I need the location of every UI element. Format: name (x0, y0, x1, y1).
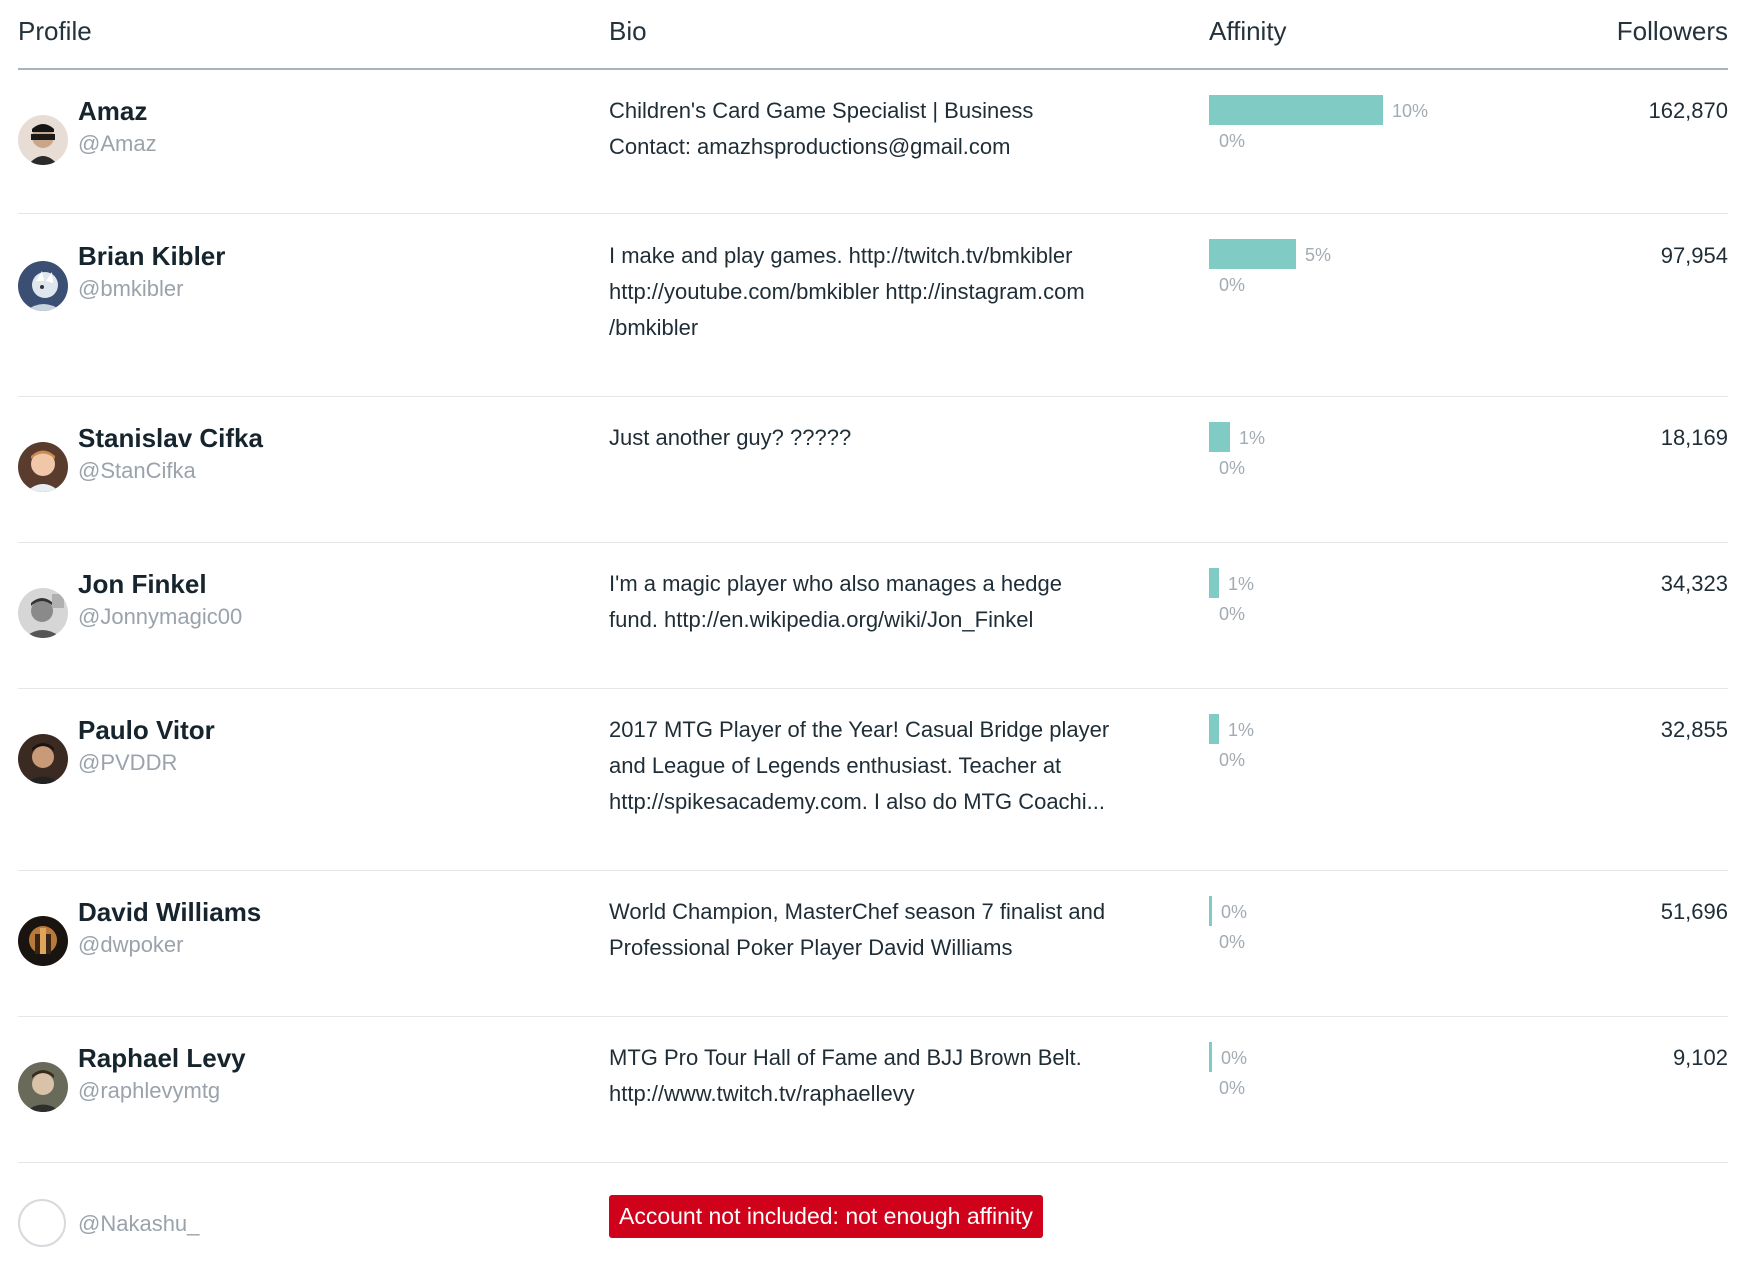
affinity-bar (1209, 896, 1212, 926)
avatar-icon[interactable] (18, 588, 68, 638)
bio-line: and League of Legends enthusiast. Teache… (609, 753, 1062, 778)
followers-count: 34,323 (1660, 571, 1728, 596)
affinity-bar-chart: 5% 0% (1209, 239, 1569, 319)
affinity-baseline-label: 0% (1219, 932, 1246, 952)
affinity-baseline-label: 0% (1219, 131, 1246, 151)
bio-line: I'm a magic player who also manages a he… (609, 571, 1063, 596)
affinity-baseline-label: 0% (1219, 275, 1246, 295)
affinity-bar (1209, 95, 1383, 125)
affinity-value-label: 0% (1221, 1048, 1248, 1068)
profile-name[interactable]: Stanislav Cifka (78, 423, 263, 454)
profile-name[interactable]: Brian Kibler (78, 241, 225, 272)
avatar-icon[interactable] (18, 734, 68, 784)
excluded-row: @Nakashu_ Account not included: not enou… (18, 1163, 1728, 1276)
table-row: Brian Kibler @bmkibler I make and play g… (18, 214, 1728, 397)
followers-count: 51,696 (1660, 899, 1728, 924)
bio-line: MTG Pro Tour Hall of Fame and BJJ Brown … (609, 1045, 1082, 1070)
profile-bio: MTG Pro Tour Hall of Fame and BJJ Brown … (609, 1040, 1169, 1112)
affinity-bar (1209, 422, 1230, 452)
header-affinity[interactable]: Affinity (1209, 16, 1287, 47)
profile-name[interactable]: Raphael Levy (78, 1043, 246, 1074)
bio-line: http://spikesacademy.com. I also do MTG … (609, 789, 1106, 814)
bio-line: /bmkibler (609, 315, 699, 340)
profile-name[interactable]: David Williams (78, 897, 261, 928)
affinity-bar (1209, 714, 1219, 744)
bio-line: Professional Poker Player David Williams (609, 935, 1013, 960)
affinity-table: Profile Bio Affinity Followers Amaz @Ama… (0, 0, 1750, 1276)
affinity-value-label: 1% (1228, 574, 1255, 594)
avatar-icon[interactable] (18, 261, 68, 311)
affinity-baseline-label: 0% (1219, 604, 1246, 624)
affinity-bar-chart: 10% 0% (1209, 95, 1569, 175)
bio-line: http://youtube.com/bmkibler http://insta… (609, 279, 1085, 304)
table-row: Stanislav Cifka @StanCifka Just another … (18, 397, 1728, 543)
empty-avatar-icon (18, 1199, 66, 1247)
affinity-bar-chart: 0% 0% (1209, 1042, 1569, 1122)
profile-bio: I'm a magic player who also manages a he… (609, 566, 1169, 638)
affinity-bar (1209, 239, 1296, 269)
followers-count: 32,855 (1660, 717, 1728, 742)
table-row: Jon Finkel @Jonnymagic00 I'm a magic pla… (18, 543, 1728, 689)
profile-name[interactable]: Paulo Vitor (78, 715, 215, 746)
affinity-value-label: 1% (1239, 428, 1266, 448)
avatar-icon[interactable] (18, 916, 68, 966)
bio-line: Contact: amazhsproductions@gmail.com (609, 134, 1011, 159)
followers-count: 18,169 (1660, 425, 1728, 450)
affinity-value-label: 1% (1228, 720, 1255, 740)
header-profile[interactable]: Profile (18, 16, 92, 47)
affinity-baseline-label: 0% (1219, 1078, 1246, 1098)
profile-bio: I make and play games. http://twitch.tv/… (609, 238, 1169, 346)
profile-handle[interactable]: @Amaz (78, 131, 157, 157)
table-row: Amaz @Amaz Children's Card Game Speciali… (18, 70, 1728, 214)
table-row: Paulo Vitor @PVDDR 2017 MTG Player of th… (18, 689, 1728, 871)
table-header: Profile Bio Affinity Followers (18, 0, 1728, 70)
profile-bio: Children's Card Game Specialist | Busine… (609, 93, 1169, 165)
profile-handle[interactable]: @StanCifka (78, 458, 196, 484)
profile-handle[interactable]: @Nakashu_ (78, 1211, 199, 1237)
avatar-icon[interactable] (18, 115, 68, 165)
affinity-bar (1209, 1042, 1212, 1072)
affinity-value-label: 0% (1221, 902, 1248, 922)
not-included-badge: Account not included: not enough affinit… (609, 1195, 1043, 1238)
avatar-icon[interactable] (18, 442, 68, 492)
affinity-bar (1209, 568, 1219, 598)
followers-count: 9,102 (1672, 1045, 1728, 1070)
bio-line: 2017 MTG Player of the Year! Casual Brid… (609, 717, 1110, 742)
affinity-bar-chart: 1% 0% (1209, 714, 1569, 794)
header-bio[interactable]: Bio (609, 16, 647, 47)
affinity-bar-chart: 1% 0% (1209, 422, 1569, 502)
affinity-value-label: 10% (1392, 101, 1429, 121)
bio-line: Just another guy? ????? (609, 425, 852, 450)
profile-handle[interactable]: @raphlevymtg (78, 1078, 220, 1104)
avatar-icon[interactable] (18, 1062, 68, 1112)
profile-handle[interactable]: @Jonnymagic00 (78, 604, 242, 630)
followers-count: 97,954 (1660, 243, 1728, 268)
table-row: David Williams @dwpoker World Champion, … (18, 871, 1728, 1017)
bio-line: fund. http://en.wikipedia.org/wiki/Jon_F… (609, 607, 1034, 632)
bio-line: World Champion, MasterChef season 7 fina… (609, 899, 1106, 924)
bio-line: I make and play games. http://twitch.tv/… (609, 243, 1073, 268)
followers-count: 162,870 (1648, 98, 1728, 123)
profile-bio: 2017 MTG Player of the Year! Casual Brid… (609, 712, 1169, 820)
profile-bio: Just another guy? ????? (609, 420, 1169, 456)
affinity-value-label: 5% (1305, 245, 1332, 265)
table-row: Raphael Levy @raphlevymtg MTG Pro Tour H… (18, 1017, 1728, 1163)
affinity-bar-chart: 0% 0% (1209, 896, 1569, 976)
affinity-bar-chart: 1% 0% (1209, 568, 1569, 648)
profile-handle[interactable]: @PVDDR (78, 750, 177, 776)
affinity-baseline-label: 0% (1219, 458, 1246, 478)
profile-name[interactable]: Jon Finkel (78, 569, 207, 600)
header-followers[interactable]: Followers (1617, 16, 1728, 47)
profile-name[interactable]: Amaz (78, 96, 147, 127)
bio-line: http://www.twitch.tv/raphaellevy (609, 1081, 915, 1106)
profile-handle[interactable]: @bmkibler (78, 276, 183, 302)
profile-handle[interactable]: @dwpoker (78, 932, 184, 958)
bio-line: Children's Card Game Specialist | Busine… (609, 98, 1034, 123)
affinity-baseline-label: 0% (1219, 750, 1246, 770)
profile-bio: World Champion, MasterChef season 7 fina… (609, 894, 1169, 966)
